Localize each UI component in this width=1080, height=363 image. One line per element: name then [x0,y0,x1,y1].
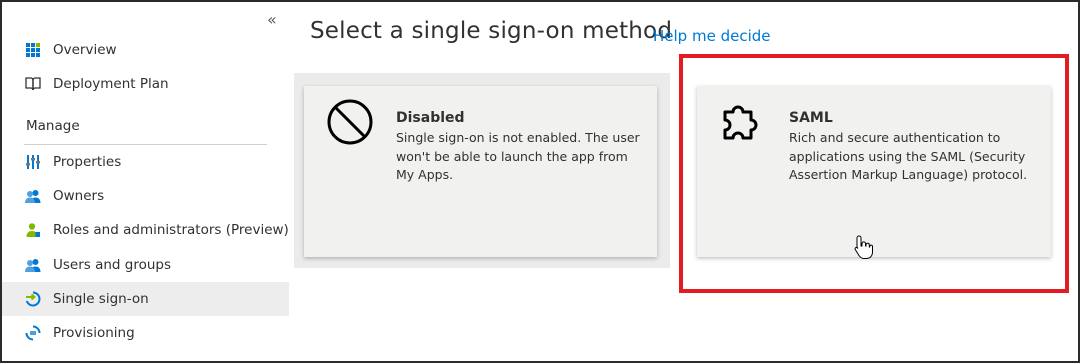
sidebar-item-label: Single sign-on [53,291,149,307]
sidebar-item-deployment-plan[interactable]: Deployment Plan [2,67,289,101]
properties-sliders-icon [24,153,42,171]
users-groups-icon [24,256,42,274]
sidebar-item-label: Provisioning [53,325,135,341]
tile-heading: SAML [789,110,833,126]
single-sign-on-icon [24,290,42,308]
sidebar-item-users-and-groups[interactable]: Users and groups [2,248,289,282]
hand-cursor-icon [853,234,873,264]
sidebar-item-label: Users and groups [53,257,172,273]
manage-section-label: Manage [26,118,80,134]
sidebar-item-label: Properties [53,154,122,170]
sidebar-item-properties[interactable]: Properties [2,145,289,179]
sidebar-item-label: Owners [53,188,105,204]
sidebar-item-provisioning[interactable]: Provisioning [2,316,289,350]
disabled-sso-tile[interactable]: Disabled Single sign-on is not enabled. … [304,86,657,257]
tile-description: Rich and secure authentication to applic… [789,130,1028,182]
sidebar-item-label: Roles and administrators (Preview) [53,222,289,238]
collapse-sidebar-icon[interactable]: « [267,10,277,29]
saml-sso-tile[interactable]: SAML Rich and secure authentication to a… [697,86,1051,257]
puzzle-piece-icon [721,100,763,146]
sidebar-item-single-sign-on[interactable]: Single sign-on [2,282,289,316]
help-me-decide-link[interactable]: Help me decide [653,27,771,45]
page-title: Select a single sign-on method [310,18,673,44]
tile-description: Single sign-on is not enabled. The user … [396,130,640,182]
tile-heading: Disabled [396,110,465,126]
sidebar-item-overview[interactable]: Overview [2,33,289,67]
roles-user-icon [24,221,42,239]
sidebar-item-owners[interactable]: Owners [2,179,289,213]
overview-grid-icon [24,41,42,59]
sidebar: « Overview Deployment Plan Manage Proper… [2,2,289,361]
prohibited-icon [326,98,374,150]
sidebar-item-label: Overview [53,42,117,58]
owners-people-icon [24,187,42,205]
provisioning-icon [24,324,42,342]
sidebar-item-roles-and-administrators[interactable]: Roles and administrators (Preview) [2,213,289,247]
book-icon [24,75,42,93]
sidebar-item-label: Deployment Plan [53,76,169,92]
